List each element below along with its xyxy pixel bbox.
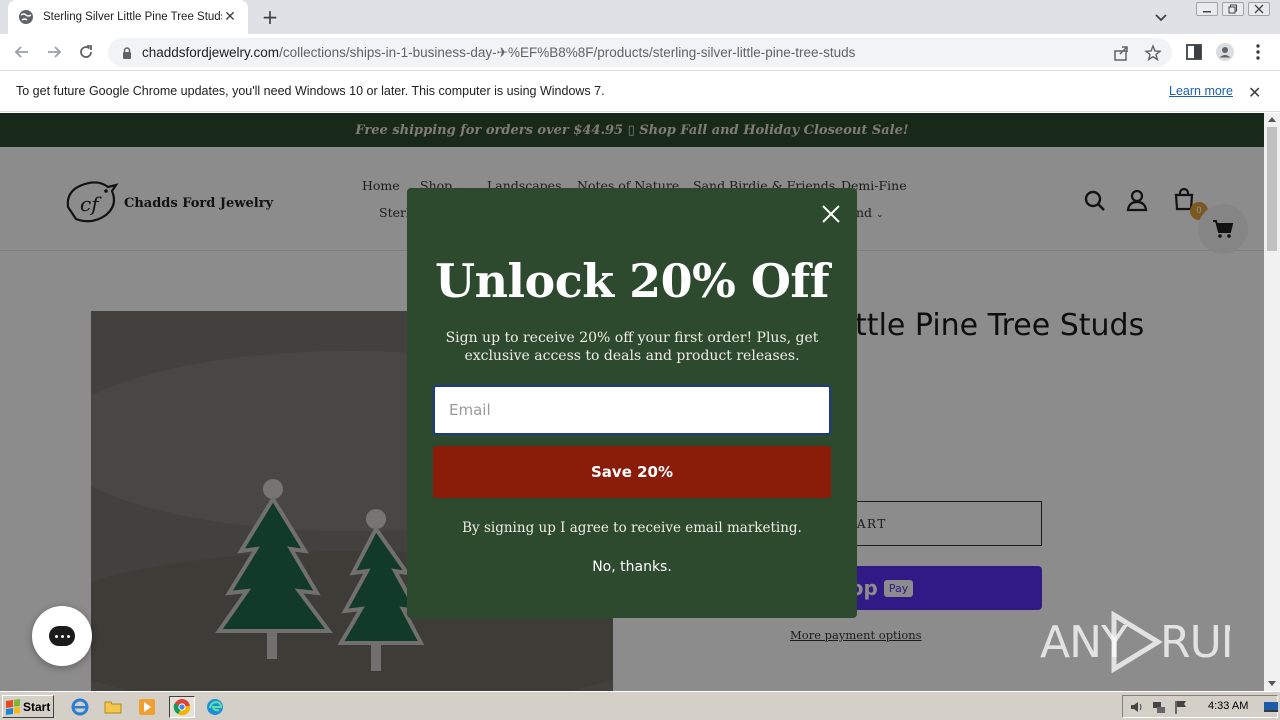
close-icon[interactable] [819, 202, 843, 226]
start-button[interactable]: Start [2, 695, 54, 718]
folder-icon[interactable] [102, 696, 124, 718]
page-scrollbar[interactable] [1264, 113, 1280, 691]
tab-title: Sterling Silver Little Pine Tree Studs – [43, 11, 222, 23]
media-player-icon[interactable] [136, 696, 158, 718]
action-center-flag-icon[interactable] [1173, 699, 1189, 715]
globe-icon [19, 10, 33, 24]
share-icon[interactable] [1112, 44, 1130, 62]
window-controls [1196, 2, 1270, 16]
new-tab-plus-icon[interactable]: + [258, 5, 282, 29]
anyrun-watermark: ANY RUN [1040, 611, 1230, 673]
profile-avatar-icon[interactable] [1215, 42, 1235, 62]
chrome-taskbar-icon[interactable] [169, 696, 195, 718]
ie-icon[interactable] [69, 696, 91, 718]
lock-icon[interactable] [120, 46, 134, 60]
anyrun-logo: ANY RUN [1040, 611, 1230, 673]
network-icon[interactable] [1151, 699, 1167, 715]
scroll-down-icon[interactable] [1268, 681, 1276, 686]
infobar-message: To get future Google Chrome updates, you… [16, 84, 605, 98]
url-text: chaddsfordjewelry.com/collections/ships-… [142, 45, 855, 61]
browser-tab[interactable]: Sterling Silver Little Pine Tree Studs –… [8, 0, 248, 34]
update-infobar: To get future Google Chrome updates, you… [0, 72, 1280, 112]
address-bar[interactable]: chaddsfordjewelry.com/collections/ships-… [108, 38, 1172, 67]
start-label: Start [23, 699, 51, 714]
popup-subtext: Sign up to receive 20% off your first or… [445, 330, 819, 364]
restore-icon[interactable] [1222, 2, 1244, 16]
url-path: /collections/ships-in-1-business-day-✈%E… [279, 44, 856, 60]
save-20-button[interactable]: Save 20% [433, 446, 831, 498]
taskbar: Start 4:33 AM [0, 691, 1280, 720]
tab-close-icon[interactable]: ✕ [222, 9, 238, 25]
page-viewport: Free shipping for orders over $44.95 ▯ S… [0, 113, 1264, 691]
window-close-icon[interactable] [1248, 2, 1270, 16]
forward-arrow-icon[interactable] [44, 42, 64, 62]
discount-popup: Unlock 20% Off Sign up to receive 20% of… [407, 188, 857, 618]
url-domain: chaddsfordjewelry.com [142, 44, 280, 60]
browser-tabstrip: Sterling Silver Little Pine Tree Studs –… [0, 0, 1280, 34]
taskbar-clock[interactable]: 4:33 AM [1208, 700, 1248, 712]
kebab-menu-icon[interactable] [1248, 42, 1268, 62]
show-desktop-icon[interactable] [1263, 699, 1279, 715]
scroll-up-icon[interactable] [1268, 117, 1276, 122]
edge-icon[interactable] [204, 696, 226, 718]
consent-text: By signing up I agree to receive email m… [462, 520, 802, 536]
popup-heading: Unlock 20% Off [435, 254, 830, 308]
watermark-run: RUN [1160, 617, 1230, 668]
system-tray: 4:33 AM [1122, 695, 1278, 718]
chat-widget-button[interactable] [32, 606, 92, 666]
reload-icon[interactable] [76, 42, 96, 62]
browser-toolbar: chaddsfordjewelry.com/collections/ships-… [0, 34, 1280, 71]
no-thanks-button[interactable]: No, thanks. [407, 559, 857, 575]
infobar-close-icon[interactable]: ✕ [1248, 83, 1261, 102]
volume-icon[interactable] [1129, 699, 1145, 715]
scroll-thumb[interactable] [1267, 127, 1277, 251]
side-panel-icon[interactable] [1184, 42, 1204, 62]
chat-bubble-icon [49, 626, 75, 646]
chevron-down-icon[interactable] [1152, 8, 1170, 26]
email-field[interactable] [433, 385, 831, 435]
learn-more-link[interactable]: Learn more [1169, 84, 1233, 98]
windows-flag-icon [6, 698, 20, 715]
bookmark-star-icon[interactable] [1144, 44, 1162, 62]
minimize-icon[interactable] [1196, 2, 1218, 16]
back-arrow-icon[interactable] [12, 42, 32, 62]
